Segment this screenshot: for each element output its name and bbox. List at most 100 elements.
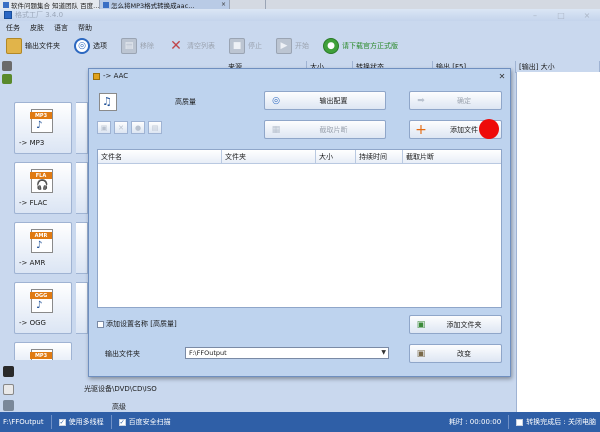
format-label: -> OGG — [19, 319, 46, 327]
ogg-file-icon: OGG ♪ — [30, 289, 53, 313]
task-list-area[interactable] — [516, 72, 600, 412]
remove-button[interactable]: ▤ 移除 — [121, 38, 154, 54]
browser-tab[interactable]: 怎么将MP3格式转换成aac... × — [100, 0, 230, 9]
add-setting-name-toggle[interactable]: 添加设置名称 [高质量] — [97, 319, 177, 329]
format-tile-partial[interactable] — [76, 102, 88, 154]
format-tile-partial[interactable] — [76, 222, 88, 274]
format-tile-mp3[interactable]: MP3 ♪ -> MP3 — [14, 102, 72, 154]
format-tile-flac[interactable]: FLA 🎧 -> FLAC — [14, 162, 72, 214]
format-label: -> AMR — [19, 259, 46, 267]
remove-small-icon[interactable]: ✕ — [114, 121, 128, 134]
add-small-icon[interactable]: ▣ — [97, 121, 111, 134]
ok-button[interactable]: ➡ 确定 — [409, 91, 502, 110]
output-folder-select[interactable]: F:\FFOutput ▼ — [185, 347, 389, 359]
col-duration[interactable]: 持续时间 — [356, 150, 403, 164]
format-tile-partial[interactable] — [76, 162, 88, 214]
download-official-link[interactable]: ● 请下载官方正式版 — [323, 38, 398, 54]
chevron-down-icon: ▼ — [381, 349, 386, 356]
gear-icon — [3, 400, 14, 411]
minimize-button[interactable]: – — [522, 9, 548, 21]
close-icon[interactable]: × — [218, 1, 226, 8]
folder-icon: ▣ — [416, 348, 426, 359]
elapsed-time: 耗时 : 00:00:00 — [448, 418, 502, 426]
browser-tab-label: 软件问题集合 知道团队 百度... — [11, 1, 100, 10]
start-label: 开始 — [295, 42, 309, 50]
app-logo-icon — [4, 11, 12, 19]
add-setting-name-label: 添加设置名称 [高质量] — [106, 320, 177, 328]
col-size[interactable]: 大小 — [316, 150, 356, 164]
flac-file-icon: FLA 🎧 — [30, 169, 53, 193]
output-config-button[interactable]: ◎ 输出配置 — [264, 91, 386, 110]
ok-arrow-icon: ➡ — [417, 95, 425, 106]
amr-file-icon: AMR ♪ — [30, 229, 53, 253]
add-folder-icon: ▣ — [416, 319, 426, 330]
remove-label: 移除 — [140, 42, 154, 50]
maximize-button[interactable]: □ — [548, 9, 574, 21]
options-icon: ◎ — [74, 38, 90, 54]
stop-icon: ■ — [229, 38, 245, 54]
change-button[interactable]: ▣ 改变 — [409, 344, 502, 363]
menu-task[interactable]: 任务 — [6, 23, 20, 33]
clear-list-label: 清空列表 — [187, 42, 215, 50]
output-folder-label: 输出文件夹 — [25, 42, 60, 50]
toolbar: 输出文件夹 ◎ 选项 ▤ 移除 ✕ 清空列表 ■ 停止 ▶ 开始 ● 请下载官方… — [0, 34, 600, 58]
menu-help[interactable]: 帮助 — [78, 23, 92, 33]
multithread-toggle[interactable]: ✓ 使用多线程 — [58, 417, 104, 427]
options-button[interactable]: ◎ 选项 — [74, 38, 107, 54]
audio-category-icon[interactable] — [2, 74, 12, 84]
dialog-close-button[interactable]: ✕ — [494, 70, 510, 82]
browser-tab[interactable]: 软件问题集合 知道团队 百度... × — [0, 0, 100, 9]
checkbox-checked-icon[interactable]: ✓ — [58, 418, 66, 426]
dialog-icon — [93, 72, 100, 80]
after-convert-toggle[interactable]: 转换完成后 : 关闭电脑 — [516, 417, 596, 427]
category-optical[interactable]: 光驱设备\DVD\CD\ISO — [84, 384, 157, 394]
category-advanced[interactable]: 高级 — [112, 402, 126, 412]
config-icon: ◎ — [272, 95, 280, 106]
close-window-button[interactable]: × — [574, 9, 600, 21]
clip-icon: ▦ — [271, 124, 281, 135]
menu-skin[interactable]: 皮肤 — [30, 23, 44, 33]
clear-list-button[interactable]: ✕ 清空列表 — [168, 38, 215, 54]
file-actions: ▣ ✕ ● ▤ — [97, 121, 162, 134]
col-filename[interactable]: 文件名 — [98, 150, 222, 164]
browser-tab-strip: 软件问题集合 知道团队 百度... × 怎么将MP3格式转换成aac... × — [0, 0, 600, 9]
play-small-icon[interactable]: ● — [131, 121, 145, 134]
folder-icon — [6, 38, 22, 54]
aac-dialog: -> AAC ✕ ♫ 高质量 ◎ 输出配置 ➡ 确定 ▣ ✕ ● ▤ ▦ 截取片… — [88, 68, 511, 377]
add-folder-button[interactable]: ▣ 添加文件夹 — [409, 315, 502, 334]
clear-x-icon: ✕ — [170, 38, 182, 54]
stop-button[interactable]: ■ 停止 — [229, 38, 262, 54]
format-tile-partial[interactable] — [76, 282, 88, 334]
dialog-titlebar: -> AAC ✕ — [89, 69, 510, 83]
checkbox-icon[interactable] — [516, 418, 524, 426]
format-tile-amr[interactable]: AMR ♪ -> AMR — [14, 222, 72, 274]
col-clip[interactable]: 截取片断 — [403, 150, 501, 164]
video-category-icon[interactable] — [2, 61, 12, 71]
clip-button[interactable]: ▦ 截取片断 — [264, 120, 386, 139]
list-small-icon[interactable]: ▤ — [148, 121, 162, 134]
globe-icon: ● — [323, 38, 339, 54]
file-list[interactable]: 文件名 文件夹 大小 持续时间 截取片断 — [97, 149, 502, 308]
new-tab-button[interactable] — [230, 0, 266, 9]
format-tile-ogg[interactable]: OGG ♪ -> OGG — [14, 282, 72, 334]
safe-scan-toggle[interactable]: ✓ 百度安全扫描 — [118, 417, 171, 427]
stop-label: 停止 — [248, 42, 262, 50]
output-folder-label: 输出文件夹 — [105, 350, 140, 358]
app-title: 格式工厂 3.4.0 — [15, 11, 64, 19]
download-label: 请下载官方正式版 — [342, 42, 398, 50]
output-folder-button[interactable]: 输出文件夹 — [6, 38, 60, 54]
menu-language[interactable]: 语言 — [54, 23, 68, 33]
checkbox-icon[interactable] — [97, 320, 104, 328]
options-label: 选项 — [93, 42, 107, 50]
plus-icon: + — [415, 121, 427, 138]
browser-tab-label: 怎么将MP3格式转换成aac... — [111, 1, 195, 10]
remove-icon: ▤ — [121, 38, 137, 54]
col-folder[interactable]: 文件夹 — [222, 150, 316, 164]
aac-file-icon: ♫ — [99, 93, 117, 111]
format-label: -> MP3 — [19, 139, 45, 147]
checkbox-checked-icon[interactable]: ✓ — [118, 418, 126, 426]
start-button[interactable]: ▶ 开始 — [276, 38, 309, 54]
page-favicon-icon — [103, 1, 109, 8]
status-bar: F:\FFOutput ✓ 使用多线程 ✓ 百度安全扫描 耗时 : 00:00:… — [0, 412, 600, 432]
app-titlebar: 格式工厂 3.4.0 – □ × — [0, 9, 600, 21]
